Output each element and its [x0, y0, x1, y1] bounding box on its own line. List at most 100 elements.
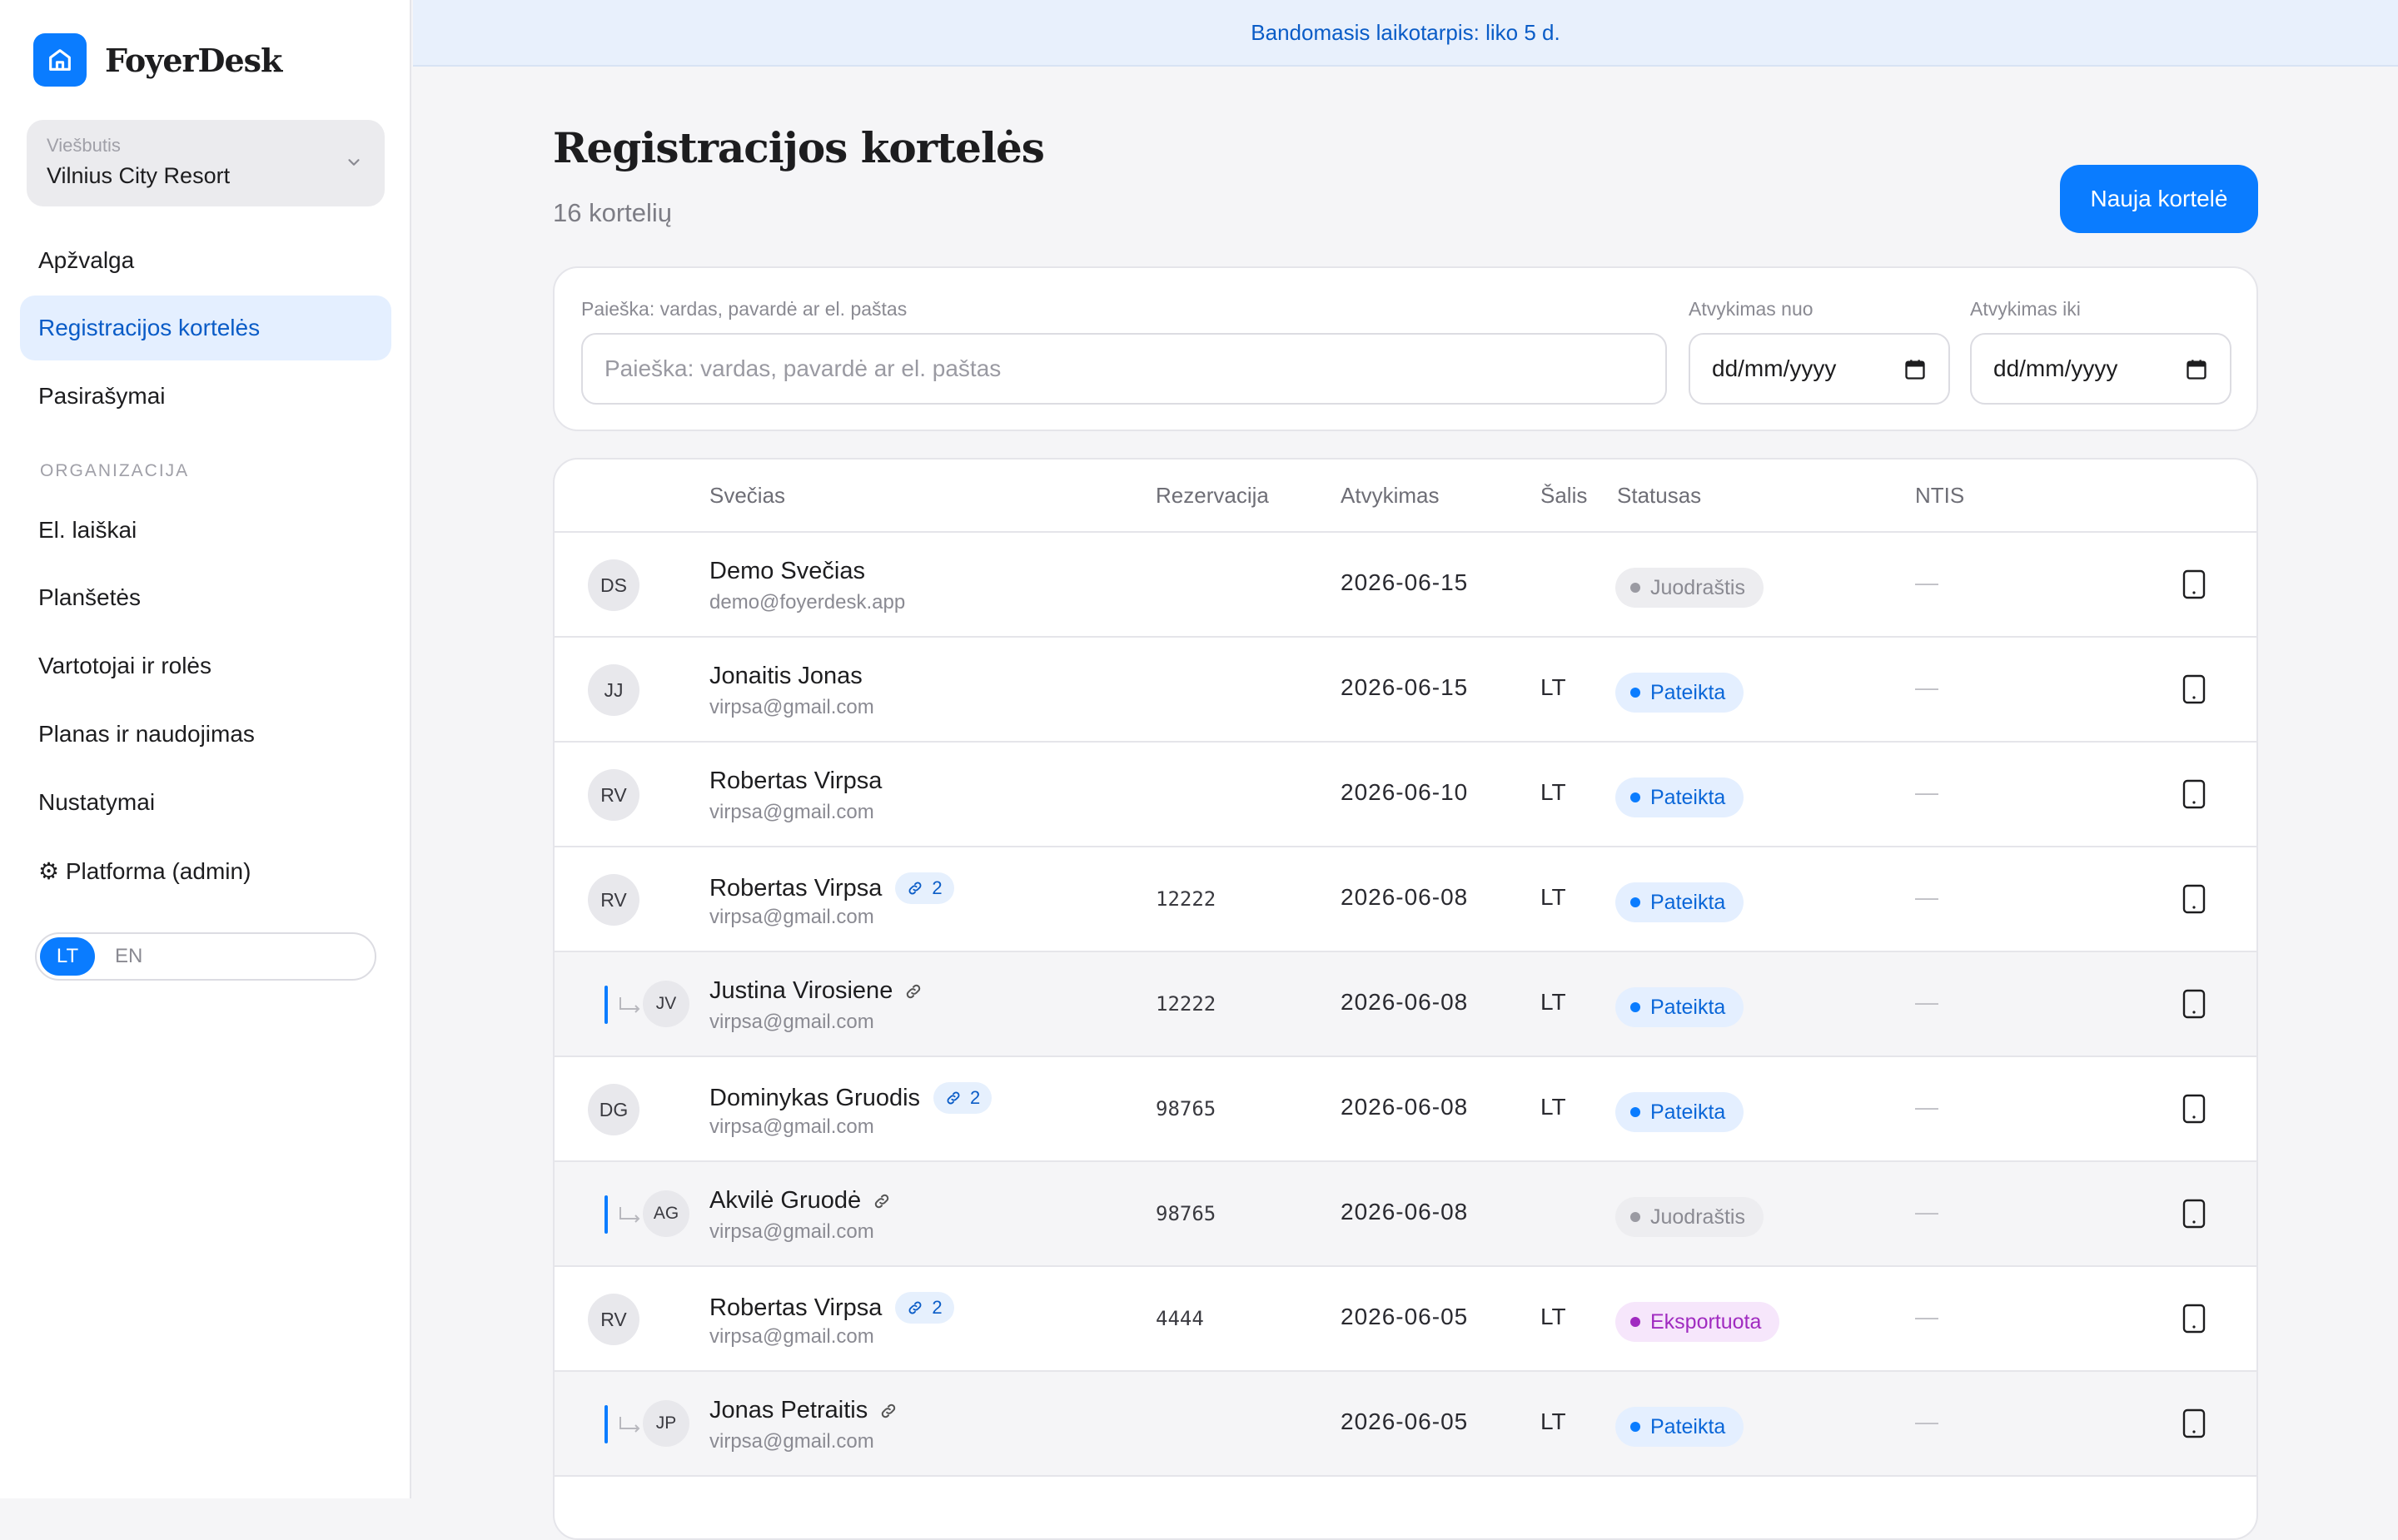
- ntis-value: —: [1915, 1094, 1938, 1120]
- avatar: JP: [643, 1400, 689, 1447]
- column-header-status[interactable]: Statusas: [1617, 483, 1701, 509]
- brand[interactable]: FoyerDesk: [33, 33, 282, 87]
- tablet-icon[interactable]: [2182, 1094, 2206, 1128]
- linked-count: 2: [970, 1087, 981, 1108]
- search-label: Paieška: vardas, pavardė ar el. paštas: [581, 298, 908, 320]
- arrival-to-label: Atvykimas iki: [1970, 298, 2081, 320]
- country-code: LT: [1540, 884, 1566, 910]
- column-header-arrival[interactable]: Atvykimas: [1341, 483, 1439, 509]
- table-header: Svečias Rezervacija Atvykimas Šalis Stat…: [555, 460, 2256, 533]
- ntis-value: —: [1915, 569, 1938, 595]
- status-badge: Pateikta: [1615, 673, 1744, 713]
- arrival-from-label: Atvykimas nuo: [1689, 298, 1813, 320]
- guest-email: virpsa@gmail.com: [709, 1011, 874, 1033]
- arrival-date: 2026-06-15: [1341, 674, 1469, 700]
- link-icon: [879, 1402, 898, 1420]
- link-icon: [873, 1192, 891, 1210]
- table-row[interactable]: JJ Jonaitis Jonas virpsa@gmail.com 2026-06-…: [555, 638, 2256, 743]
- link-icon: [945, 1090, 970, 1106]
- lang-en-button[interactable]: EN: [107, 937, 151, 976]
- arrival-to-input[interactable]: dd/mm/yyyy: [1970, 333, 2231, 405]
- search-input[interactable]: Paieška: vardas, pavardė ar el. paštas: [581, 333, 1667, 405]
- table-row[interactable]: DG Dominykas Gruodis 2 virpsa@gmail.com 9876…: [555, 1057, 2256, 1162]
- tablet-icon[interactable]: [2182, 779, 2206, 813]
- guest-name[interactable]: Demo Svečias: [709, 558, 865, 585]
- table-row[interactable]: RV Robertas Virpsa 2 virpsa@gmail.com 4444 20…: [555, 1267, 2256, 1372]
- table-row-linked[interactable]: JP Jonas Petraitis virpsa@gmail.com 2026-06…: [555, 1372, 2256, 1477]
- guest-name[interactable]: Jonas Petraitis: [709, 1397, 898, 1424]
- linked-count: 2: [932, 1297, 943, 1318]
- country-code: LT: [1540, 1094, 1566, 1120]
- column-header-guest[interactable]: Svečias: [709, 483, 785, 509]
- new-card-button[interactable]: Nauja kortelė: [2060, 165, 2258, 233]
- guest-name[interactable]: Robertas Virpsa 2: [709, 872, 954, 904]
- status-label: Pateikta: [1650, 680, 1726, 704]
- arrival-date: 2026-06-10: [1341, 779, 1469, 805]
- tablet-icon[interactable]: [2182, 1408, 2206, 1443]
- nav-item-registration-cards[interactable]: Registracijos kortelės: [20, 296, 391, 360]
- guest-email: virpsa@gmail.com: [709, 1220, 874, 1243]
- reservation-number: 98765: [1156, 1097, 1216, 1120]
- column-header-country[interactable]: Šalis: [1540, 483, 1587, 509]
- nav-item-overview[interactable]: Apžvalga: [20, 228, 391, 293]
- guest-name[interactable]: Jonaitis Jonas: [709, 663, 863, 690]
- table-row[interactable]: RV Robertas Virpsa 2 virpsa@gmail.com 12222 2…: [555, 847, 2256, 952]
- guest-email: virpsa@gmail.com: [709, 801, 874, 823]
- calendar-icon[interactable]: [2185, 358, 2208, 387]
- guest-name[interactable]: Justina Virosiene: [709, 977, 923, 1005]
- language-toggle: LT EN: [35, 932, 376, 981]
- table-row-linked[interactable]: JV Justina Virosiene virpsa@gmail.com 12222…: [555, 952, 2256, 1057]
- nav-item-signatures[interactable]: Pasirašymai: [20, 364, 391, 429]
- linked-guests-badge[interactable]: 2: [895, 1292, 954, 1324]
- linked-arrow-icon: [618, 1205, 643, 1231]
- tablet-icon[interactable]: [2182, 674, 2206, 708]
- calendar-icon[interactable]: [1903, 358, 1927, 387]
- arrival-date: 2026-06-08: [1341, 1094, 1469, 1120]
- table-row-linked[interactable]: AG Akvilė Gruodė virpsa@gmail.com 98765 2026…: [555, 1162, 2256, 1267]
- lang-lt-button[interactable]: LT: [40, 937, 95, 976]
- status-dot: [1630, 583, 1640, 593]
- arrival-from-input[interactable]: dd/mm/yyyy: [1689, 333, 1950, 405]
- column-header-reservation[interactable]: Rezervacija: [1156, 483, 1269, 509]
- nav-item-users-roles[interactable]: Vartotojai ir rolės: [20, 633, 391, 698]
- nav-item-settings[interactable]: Nustatymai: [20, 770, 391, 835]
- nav-item-tablets[interactable]: Planšetės: [20, 565, 391, 630]
- guest-name-text: Justina Virosiene: [709, 977, 893, 1004]
- guest-name-text: Dominykas Gruodis: [709, 1084, 921, 1111]
- nav-item-platform-admin[interactable]: ⚙ Platforma (admin): [20, 838, 391, 903]
- tablet-icon[interactable]: [2182, 989, 2206, 1023]
- tablet-icon[interactable]: [2182, 884, 2206, 918]
- linked-guests-badge[interactable]: 2: [895, 872, 954, 904]
- tablet-icon[interactable]: [2182, 569, 2206, 604]
- status-dot: [1630, 897, 1640, 907]
- hotel-select[interactable]: Viešbutis Vilnius City Resort: [27, 120, 385, 206]
- linked-guests-badge[interactable]: 2: [933, 1082, 993, 1114]
- status-label: Pateikta: [1650, 1100, 1726, 1124]
- linked-arrow-icon: [618, 996, 643, 1021]
- reservation-number: 4444: [1156, 1307, 1204, 1330]
- ntis-value: —: [1915, 1304, 1938, 1329]
- status-dot: [1630, 1317, 1640, 1327]
- avatar: AG: [643, 1190, 689, 1237]
- nav-item-plan-usage[interactable]: Planas ir naudojimas: [20, 702, 391, 767]
- nav-item-emails[interactable]: El. laiškai: [20, 498, 391, 563]
- home-icon: [33, 33, 87, 87]
- guest-name[interactable]: Robertas Virpsa 2: [709, 1292, 954, 1324]
- guest-name[interactable]: Akvilė Gruodė: [709, 1187, 891, 1215]
- linked-indicator: [604, 1195, 608, 1234]
- table-row[interactable]: DS Demo Svečias demo@foyerdesk.app 2026-06-…: [555, 533, 2256, 638]
- linked-count: 2: [932, 877, 943, 898]
- brand-name: FoyerDesk: [105, 41, 282, 79]
- column-header-ntis: NTIS: [1915, 483, 1965, 508]
- status-label: Pateikta: [1650, 890, 1726, 914]
- guest-name[interactable]: Robertas Virpsa: [709, 768, 882, 795]
- table-row[interactable]: RV Robertas Virpsa virpsa@gmail.com 2026-06…: [555, 743, 2256, 847]
- status-badge: Pateikta: [1615, 882, 1744, 922]
- hotel-select-value: Vilnius City Resort: [47, 163, 231, 188]
- linked-arrow-icon: [618, 1415, 643, 1441]
- tablet-icon[interactable]: [2182, 1304, 2206, 1338]
- guest-name-text: Robertas Virpsa: [709, 1294, 883, 1321]
- tablet-icon[interactable]: [2182, 1199, 2206, 1233]
- guest-name[interactable]: Dominykas Gruodis 2: [709, 1082, 993, 1114]
- arrival-date: 2026-06-15: [1341, 569, 1469, 595]
